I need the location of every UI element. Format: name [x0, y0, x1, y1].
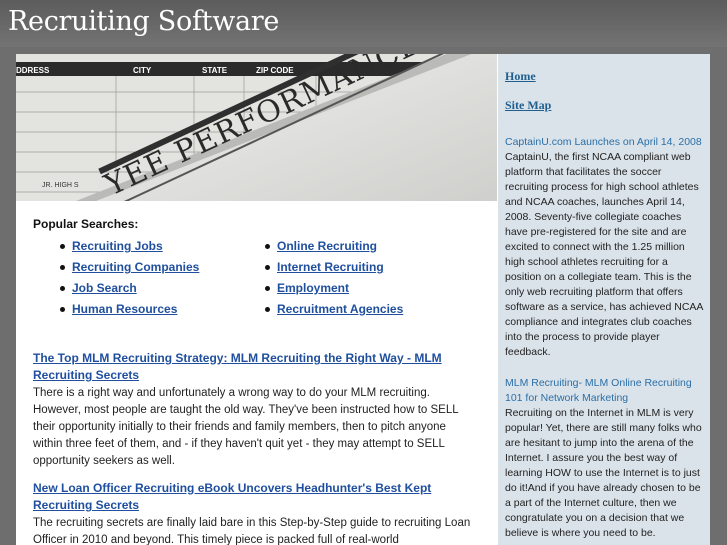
form-header-1: DDRESS [16, 66, 50, 75]
search-link-human-resources[interactable]: Human Resources [72, 302, 177, 316]
bullet-icon [265, 286, 270, 291]
main-content: DDRESS CITY STATE ZIP CODE JR. HIGH S Po… [16, 54, 497, 545]
sidebar-article: MLM Recruiting- MLM Online Recruiting 10… [505, 376, 703, 541]
page-container: DDRESS CITY STATE ZIP CODE JR. HIGH S Po… [16, 54, 710, 545]
sidebar: Home Site Map CaptainU.com Launches on A… [498, 54, 710, 545]
header-bar: Recruiting Software [0, 0, 727, 47]
bullet-icon [265, 244, 270, 249]
article-title-link[interactable]: New Loan Officer Recruiting eBook Uncove… [33, 480, 473, 514]
form-footer-text: JR. HIGH S [42, 182, 79, 189]
site-title: Recruiting Software [8, 6, 280, 37]
bullet-icon [60, 244, 65, 249]
popular-searches-heading: Popular Searches: [33, 217, 139, 231]
bullet-icon [60, 307, 65, 312]
bullet-icon [265, 265, 270, 270]
form-header-3: STATE [202, 66, 228, 75]
sidebar-article: CaptainU.com Launches on April 14, 2008 … [505, 135, 703, 360]
sidebar-link-home[interactable]: Home [505, 69, 536, 84]
sidebar-article-body: CaptainU, the first NCAA compliant web p… [505, 151, 703, 358]
article-title-link[interactable]: The Top MLM Recruiting Strategy: MLM Rec… [33, 350, 473, 384]
search-link-recruiting-jobs[interactable]: Recruiting Jobs [72, 239, 163, 253]
article-item: The Top MLM Recruiting Strategy: MLM Rec… [33, 350, 473, 470]
article-body: There is a right way and unfortunately a… [33, 387, 459, 467]
sidebar-link-site-map[interactable]: Site Map [505, 98, 551, 113]
sidebar-article-body: Recruiting on the Internet in MLM is ver… [505, 407, 702, 539]
bullet-icon [265, 307, 270, 312]
performance-evaluation-form-image: DDRESS CITY STATE ZIP CODE JR. HIGH S [16, 54, 497, 201]
search-link-online-recruiting[interactable]: Online Recruiting [277, 239, 377, 253]
hero-image: DDRESS CITY STATE ZIP CODE JR. HIGH S [16, 54, 497, 201]
sidebar-article-title-link[interactable]: CaptainU.com Launches on April 14, 2008 [505, 135, 703, 150]
bullet-icon [60, 286, 65, 291]
bullet-icon [60, 265, 65, 270]
article-item: New Loan Officer Recruiting eBook Uncove… [33, 480, 473, 545]
form-header-4: ZIP CODE [256, 66, 294, 75]
search-link-recruitment-agencies[interactable]: Recruitment Agencies [277, 302, 403, 316]
form-header-2: CITY [133, 66, 152, 75]
search-link-internet-recruiting[interactable]: Internet Recruiting [277, 260, 384, 274]
search-link-job-search[interactable]: Job Search [72, 281, 137, 295]
search-link-employment[interactable]: Employment [277, 281, 349, 295]
sidebar-article-title-link[interactable]: MLM Recruiting- MLM Online Recruiting 10… [505, 376, 703, 406]
article-body: The recruiting secrets are finally laid … [33, 517, 471, 545]
search-link-recruiting-companies[interactable]: Recruiting Companies [72, 260, 199, 274]
